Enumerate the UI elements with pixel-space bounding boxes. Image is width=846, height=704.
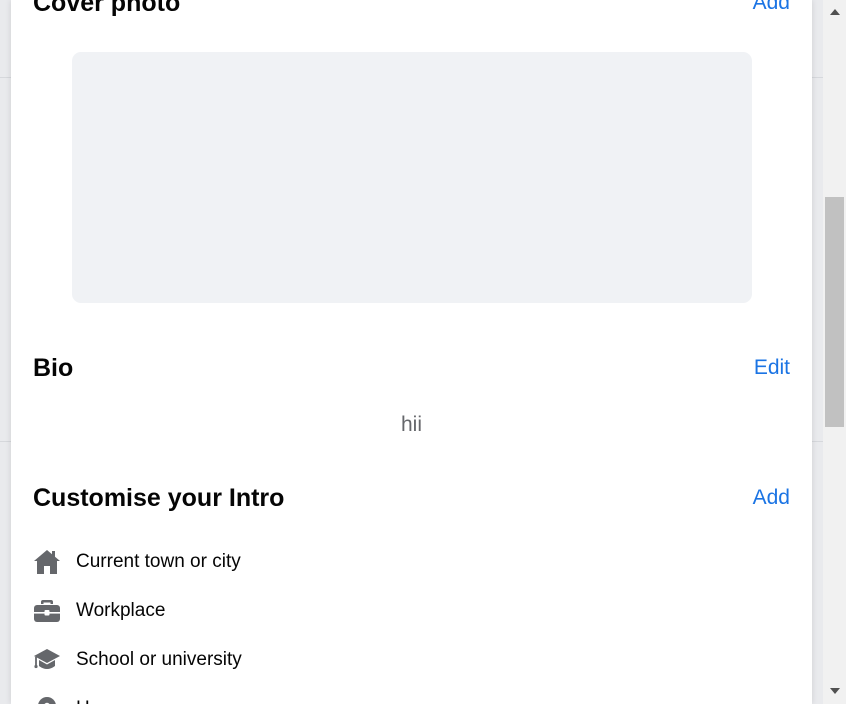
intro-item-label: Workplace — [76, 600, 166, 621]
cover-photo-title: Cover photo — [33, 0, 181, 17]
home-icon — [33, 548, 61, 576]
briefcase-icon — [33, 597, 61, 625]
backdrop-right — [812, 0, 823, 704]
intro-item-label: H — [76, 698, 90, 704]
customise-intro-add-button[interactable]: Add — [753, 486, 790, 510]
scroll-down-arrow[interactable] — [823, 680, 846, 702]
backdrop-divider — [812, 441, 823, 442]
edit-profile-dialog: Cover photo Add Bio Edit hii Customise y… — [11, 0, 812, 704]
intro-item-workplace[interactable]: Workplace — [33, 596, 165, 626]
cover-photo-add-button[interactable]: Add — [753, 0, 790, 15]
scrollbar[interactable] — [823, 0, 846, 704]
backdrop-divider — [0, 441, 11, 442]
intro-item-label: School or university — [76, 649, 242, 670]
location-pin-icon — [33, 695, 61, 704]
scrollbar-thumb[interactable] — [825, 197, 844, 427]
intro-item-school[interactable]: School or university — [33, 645, 242, 675]
scroll-up-arrow[interactable] — [823, 1, 846, 23]
backdrop-left — [0, 0, 11, 704]
backdrop-divider — [812, 77, 823, 78]
bio-edit-button[interactable]: Edit — [754, 356, 790, 380]
intro-item-hometown[interactable]: H — [33, 694, 90, 704]
graduation-cap-icon — [33, 646, 61, 674]
backdrop-divider — [0, 77, 11, 78]
bio-title: Bio — [33, 354, 74, 382]
cover-photo-placeholder[interactable] — [72, 52, 752, 303]
customise-intro-title: Customise your Intro — [33, 484, 285, 512]
intro-item-current-town[interactable]: Current town or city — [33, 547, 241, 577]
bio-text: hii — [400, 413, 422, 436]
intro-item-label: Current town or city — [76, 551, 241, 572]
